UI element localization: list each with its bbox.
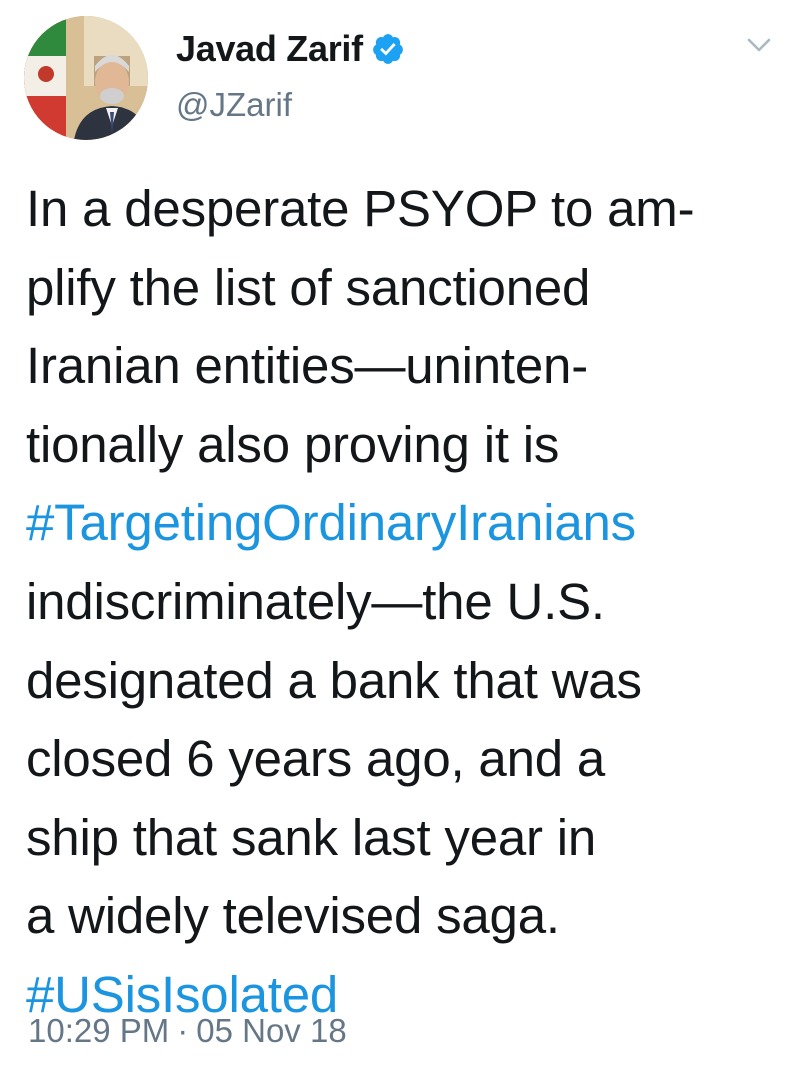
tweet-line: a widely televised saga. bbox=[26, 887, 560, 945]
author-display-name[interactable]: Javad Zarif bbox=[176, 28, 363, 70]
tweet-line: designated a bank that was bbox=[26, 651, 642, 709]
author-handle[interactable]: @JZarif bbox=[176, 86, 292, 124]
tweet-text: In a desperate PSYOP to am- plify the li… bbox=[26, 170, 786, 1035]
profile-photo bbox=[24, 16, 148, 140]
tweet-line: indiscriminately—the U.S. bbox=[26, 572, 605, 630]
chevron-down-icon[interactable] bbox=[746, 36, 772, 56]
verified-badge-icon bbox=[371, 32, 405, 66]
tweet-line: closed 6 years ago, and a bbox=[26, 730, 606, 788]
tweet-line: Iranian entities—uninten- bbox=[26, 337, 589, 395]
tweet-line: tionally also proving it is bbox=[26, 415, 560, 473]
tweet-timestamp[interactable]: 10:29 PM · 05 Nov 18 bbox=[28, 1012, 347, 1050]
avatar[interactable] bbox=[24, 16, 148, 140]
tweet-time: 10:29 PM bbox=[28, 1012, 170, 1049]
tweet-line: plify the list of sanctioned bbox=[26, 258, 591, 316]
tweet-date: 05 Nov 18 bbox=[196, 1012, 347, 1049]
tweet-line: ship that sank last year in bbox=[26, 808, 597, 866]
tweet-line: In a desperate PSYOP to am- bbox=[26, 180, 695, 237]
author-name-row[interactable]: Javad Zarif bbox=[176, 28, 405, 70]
hashtag-link[interactable]: #TargetingOrdinaryIranians bbox=[26, 484, 786, 563]
timestamp-separator: · bbox=[177, 1012, 189, 1049]
